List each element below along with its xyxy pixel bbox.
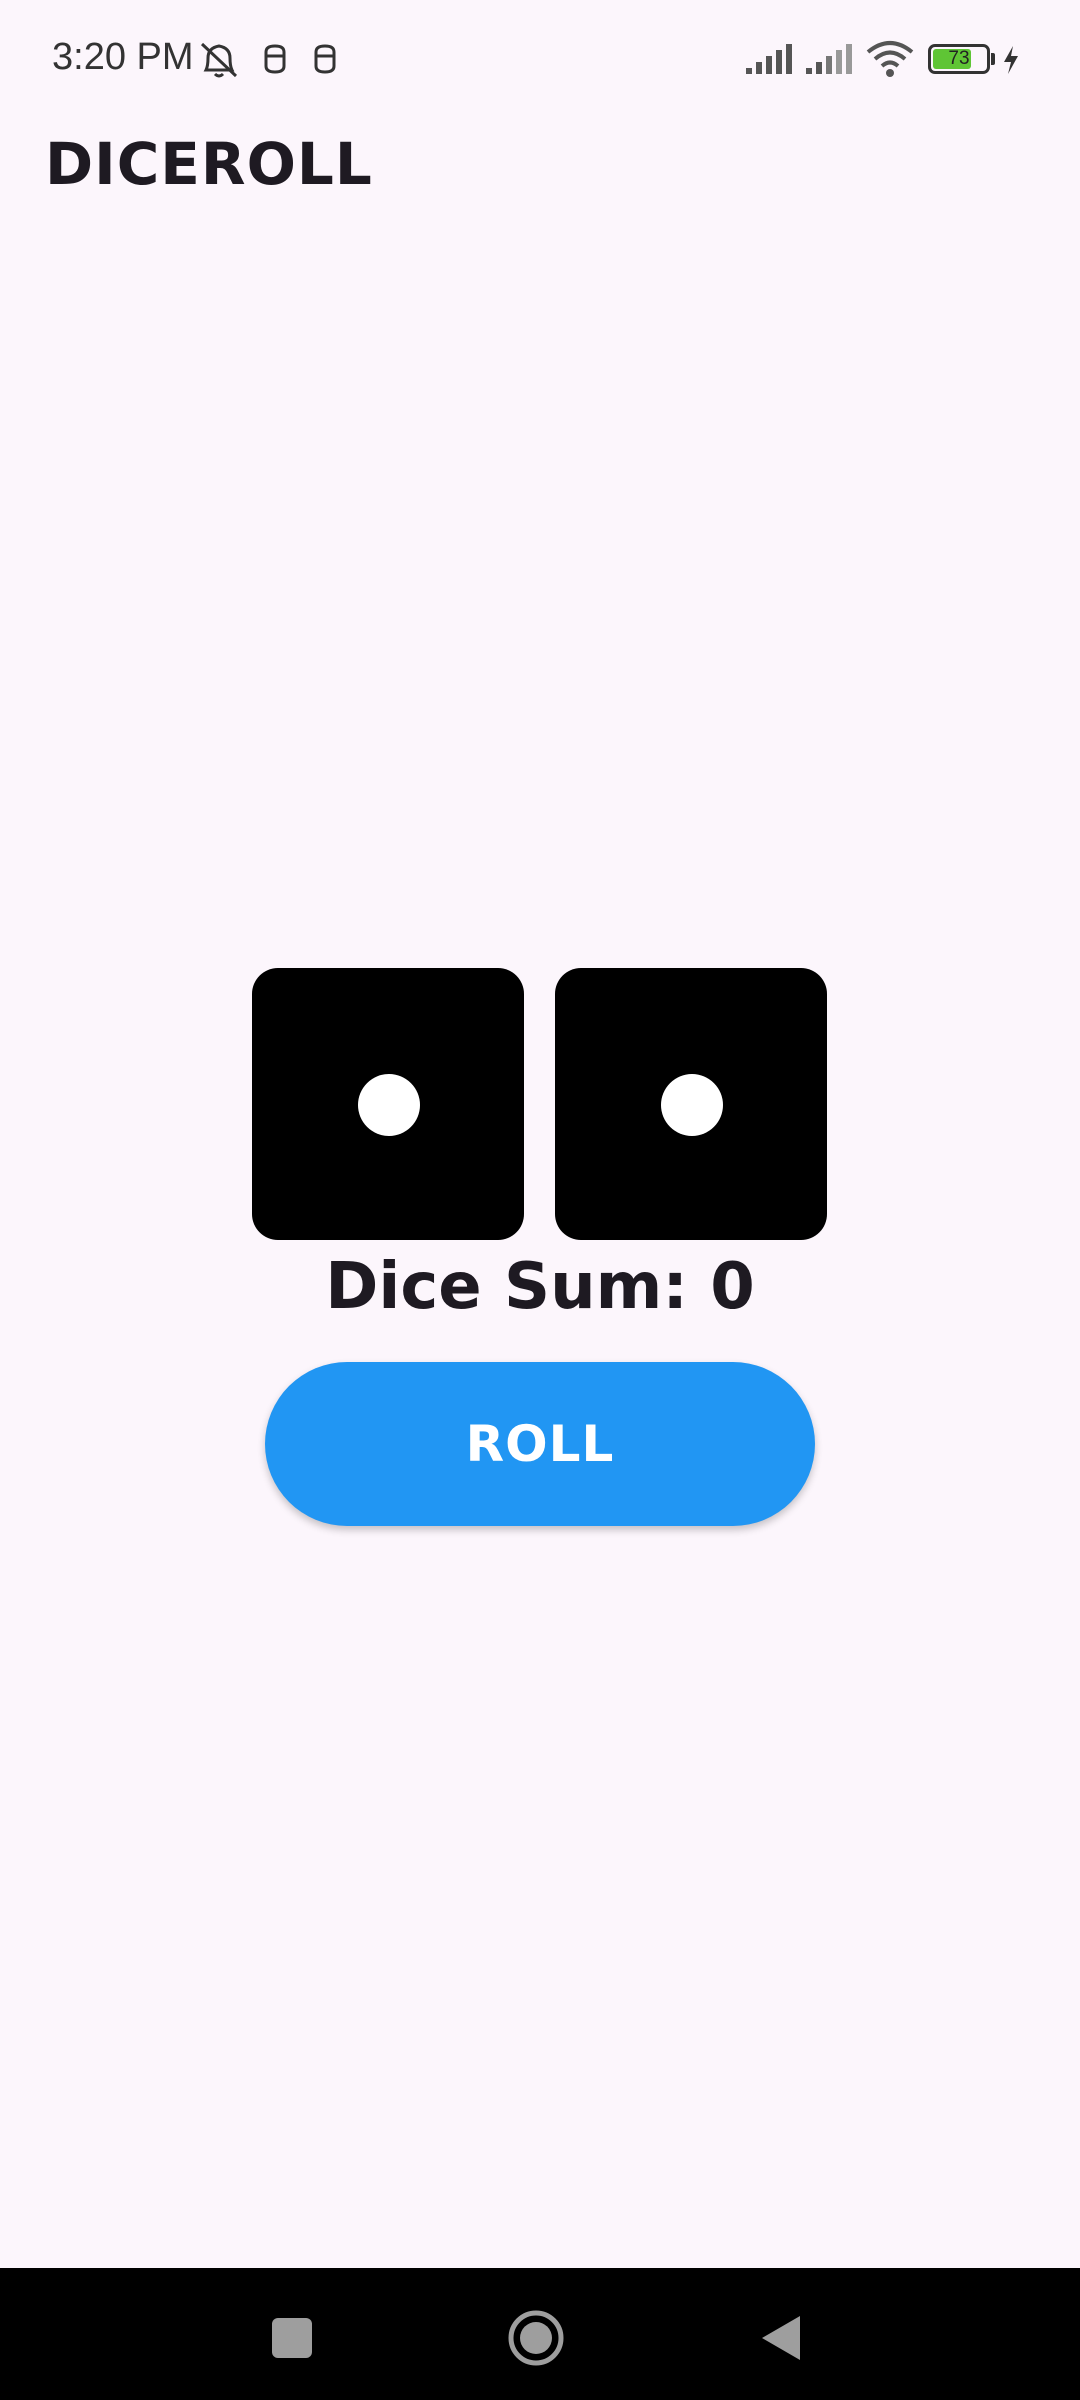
app-title: DICEROLL (45, 130, 373, 198)
charging-icon (1004, 46, 1018, 74)
die-pip (358, 1074, 420, 1136)
signal-icon (806, 44, 852, 74)
navigation-bar (0, 2268, 1080, 2400)
wifi-icon (866, 41, 914, 77)
alarm-off-icon (200, 42, 238, 78)
signal-icon (746, 44, 792, 74)
recent-apps-icon[interactable] (270, 2316, 314, 2360)
status-time: 3:20 PM (52, 36, 194, 78)
notification-icon (264, 44, 286, 74)
battery-icon: 73 (928, 44, 990, 74)
die-left (252, 968, 524, 1240)
die-right (555, 968, 827, 1240)
dice-sum-label: Dice Sum: 0 (325, 1250, 755, 1324)
die-pip (661, 1074, 723, 1136)
roll-button[interactable]: ROLL (265, 1362, 815, 1526)
home-icon[interactable] (506, 2308, 566, 2368)
battery-tip (991, 53, 995, 65)
battery-level: 73 (948, 48, 970, 69)
notification-icon (314, 44, 336, 74)
status-bar: 3:20 PM 73 (0, 0, 1080, 120)
back-icon[interactable] (758, 2314, 804, 2362)
